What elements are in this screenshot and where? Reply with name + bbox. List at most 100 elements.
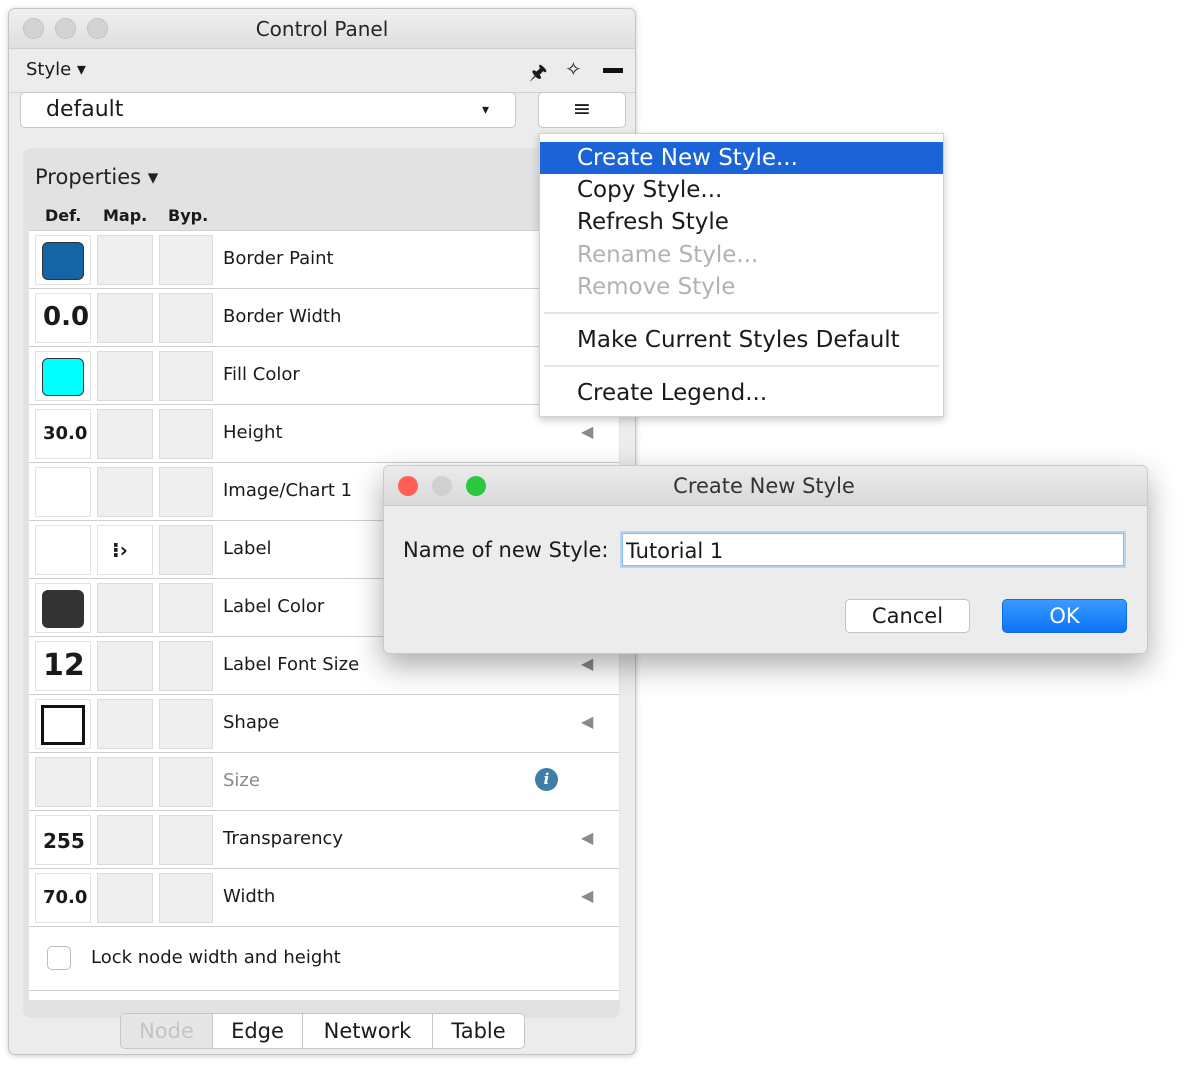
property-name: Shape xyxy=(223,712,280,733)
default-value-cell[interactable] xyxy=(35,235,91,285)
lock-size-label: Lock node width and height xyxy=(91,947,341,968)
menu-item-refresh-style[interactable]: Refresh Style xyxy=(540,206,943,238)
minimize-dialog-button[interactable] xyxy=(432,476,452,496)
menu-item-create-new-style[interactable]: Create New Style... xyxy=(540,142,943,174)
panel-titlebar[interactable]: Control Panel xyxy=(9,9,635,49)
bypass-cell[interactable] xyxy=(159,757,213,807)
chevron-down-icon: ▾ xyxy=(481,102,489,118)
cancel-button[interactable]: Cancel xyxy=(845,599,970,633)
menu-item-create-legend[interactable]: Create Legend... xyxy=(540,377,943,409)
pin-icon[interactable]: 🖈 xyxy=(529,58,548,92)
property-row-height[interactable]: 30.0 Height ◀ xyxy=(29,404,619,462)
info-icon[interactable]: i xyxy=(535,768,558,791)
default-value: 0.0 xyxy=(43,302,90,332)
bypass-cell[interactable] xyxy=(159,873,213,923)
default-value-cell[interactable]: 12 xyxy=(35,641,91,691)
property-row-width[interactable]: 70.0 Width ◀ xyxy=(29,868,619,926)
property-name: Size xyxy=(223,770,260,791)
bypass-cell[interactable] xyxy=(159,351,213,401)
mapping-cell[interactable] xyxy=(97,873,153,923)
tab-table[interactable]: Table xyxy=(432,1014,524,1048)
default-value-cell[interactable] xyxy=(35,583,91,633)
rectangle-shape-icon xyxy=(41,705,85,745)
bypass-cell[interactable] xyxy=(159,815,213,865)
default-value: 12 xyxy=(43,648,85,683)
mapping-cell[interactable] xyxy=(97,757,153,807)
property-row-border-width[interactable]: 0.0 Border Width xyxy=(29,288,619,346)
style-toolbar: Style ▾ 🖈 ✧ xyxy=(9,49,635,93)
property-row-transparency[interactable]: 255 Transparency ◀ xyxy=(29,810,619,868)
tab-network[interactable]: Network xyxy=(302,1014,432,1048)
style-select[interactable]: default ▾ xyxy=(20,92,516,128)
property-row-size[interactable]: Size i xyxy=(29,752,619,810)
default-value-cell[interactable]: 70.0 xyxy=(35,873,91,923)
style-name-input[interactable] xyxy=(622,533,1124,566)
expand-arrow-icon[interactable]: ◀ xyxy=(581,712,593,731)
property-name: Height xyxy=(223,422,283,443)
bypass-cell[interactable] xyxy=(159,467,213,517)
dialog-titlebar[interactable]: Create New Style xyxy=(384,466,1147,506)
property-name: Image/Chart 1 xyxy=(223,480,353,501)
style-menu-button[interactable]: Style ▾ xyxy=(26,59,86,80)
default-value-cell[interactable] xyxy=(35,699,91,749)
bypass-cell[interactable] xyxy=(159,409,213,459)
mapping-cell[interactable] xyxy=(97,641,153,691)
minimize-panel-icon[interactable] xyxy=(603,68,623,73)
property-name: Label xyxy=(223,538,272,559)
default-value-cell[interactable]: 255 xyxy=(35,815,91,865)
default-value-cell[interactable] xyxy=(35,351,91,401)
mapping-cell[interactable] xyxy=(97,583,153,633)
mapping-cell[interactable] xyxy=(97,467,153,517)
menu-item-make-default[interactable]: Make Current Styles Default xyxy=(540,324,943,356)
bypass-cell[interactable] xyxy=(159,293,213,343)
ok-button[interactable]: OK xyxy=(1002,599,1127,633)
default-value: 255 xyxy=(43,829,85,853)
dialog-title: Create New Style xyxy=(673,474,855,498)
fill-color-swatch xyxy=(42,358,84,396)
unpin-icon[interactable]: ✧ xyxy=(565,57,582,81)
panel-tabs: Node Edge Network Table xyxy=(120,1013,525,1049)
mapping-cell[interactable] xyxy=(97,235,153,285)
property-name: Label Font Size xyxy=(223,654,360,675)
column-header-map: Map. xyxy=(103,206,148,225)
mapping-cell[interactable] xyxy=(97,815,153,865)
bypass-cell[interactable] xyxy=(159,641,213,691)
column-header-def: Def. xyxy=(45,206,82,225)
mapping-cell[interactable] xyxy=(97,409,153,459)
default-value-cell[interactable] xyxy=(35,757,91,807)
property-row-border-paint[interactable]: Border Paint xyxy=(29,230,619,288)
menu-separator xyxy=(544,312,939,314)
tab-node[interactable]: Node xyxy=(121,1014,212,1048)
menu-separator xyxy=(544,365,939,367)
bypass-cell[interactable] xyxy=(159,583,213,633)
expand-arrow-icon[interactable]: ◀ xyxy=(581,886,593,905)
expand-arrow-icon[interactable]: ◀ xyxy=(581,828,593,847)
menu-item-remove-style: Remove Style xyxy=(577,274,736,300)
bypass-cell[interactable] xyxy=(159,235,213,285)
properties-menu-button[interactable]: Properties ▾ xyxy=(35,165,158,189)
close-dialog-button[interactable] xyxy=(398,476,418,496)
mapping-cell[interactable] xyxy=(97,699,153,749)
lock-size-row: Lock node width and height xyxy=(29,926,619,990)
property-row-shape[interactable]: Shape ◀ xyxy=(29,694,619,752)
mapping-cell[interactable]: ⁝› xyxy=(97,525,153,575)
expand-arrow-icon[interactable]: ◀ xyxy=(581,654,593,673)
tab-edge[interactable]: Edge xyxy=(212,1014,302,1048)
default-value-cell[interactable] xyxy=(35,467,91,517)
bypass-cell[interactable] xyxy=(159,699,213,749)
default-value-cell[interactable] xyxy=(35,525,91,575)
property-name: Label Color xyxy=(223,596,325,617)
style-options-menu-button[interactable]: ≡ xyxy=(538,92,626,128)
mapping-cell[interactable] xyxy=(97,293,153,343)
default-value-cell[interactable]: 0.0 xyxy=(35,293,91,343)
menu-item-copy-style[interactable]: Copy Style... xyxy=(540,174,943,206)
bypass-cell[interactable] xyxy=(159,525,213,575)
style-name-label: Name of new Style: xyxy=(403,538,609,562)
expand-arrow-icon[interactable]: ◀ xyxy=(581,422,593,441)
property-row-fill-color[interactable]: Fill Color xyxy=(29,346,619,404)
lock-size-checkbox[interactable] xyxy=(47,946,71,970)
mapping-cell[interactable] xyxy=(97,351,153,401)
border-paint-swatch xyxy=(42,242,84,280)
default-value-cell[interactable]: 30.0 xyxy=(35,409,91,459)
zoom-dialog-button[interactable] xyxy=(466,476,486,496)
